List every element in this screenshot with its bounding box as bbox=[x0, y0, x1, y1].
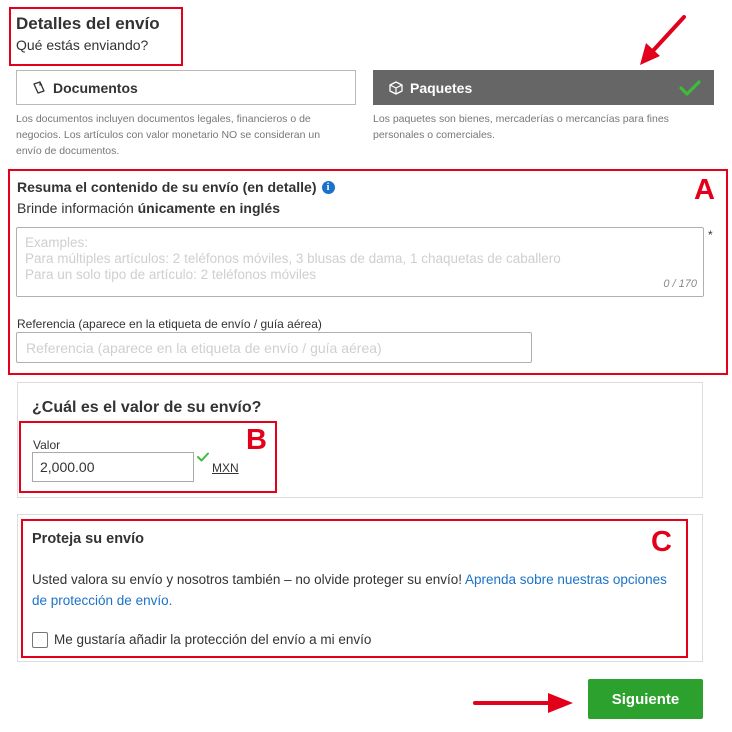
protection-checkbox-label[interactable]: Me gustaría añadir la protección del env… bbox=[54, 632, 371, 647]
documents-type-button[interactable]: Documentos bbox=[16, 70, 356, 105]
protection-checkbox[interactable] bbox=[32, 632, 48, 648]
info-icon[interactable]: i bbox=[321, 180, 335, 194]
reference-label: Referencia (aparece en la etiqueta de en… bbox=[17, 317, 322, 331]
character-counter: 0 / 170 bbox=[663, 278, 697, 290]
value-label: Valor bbox=[33, 438, 61, 452]
contents-subtitle: Brinde información únicamente en inglés bbox=[17, 200, 280, 216]
contents-title-text: Resuma el contenido de su envío (en deta… bbox=[17, 179, 317, 195]
annotation-arrow-down bbox=[640, 15, 686, 65]
contents-subtitle-emphasis: únicamente en inglés bbox=[137, 200, 280, 216]
contents-textarea[interactable]: Examples: Para múltiples artículos: 2 te… bbox=[16, 227, 704, 297]
value-title: ¿Cuál es el valor de su envío? bbox=[32, 399, 262, 416]
protection-title: Proteja su envío bbox=[32, 531, 145, 547]
value-input[interactable]: 2,000.00 bbox=[32, 452, 194, 482]
annotation-label-a: A bbox=[694, 174, 715, 206]
packages-type-label: Paquetes bbox=[410, 79, 473, 96]
protection-description: Usted valora su envío y nosotros también… bbox=[32, 572, 466, 587]
contents-title: Resuma el contenido de su envío (en deta… bbox=[17, 179, 335, 195]
selected-check-icon bbox=[679, 80, 701, 96]
valid-check-icon bbox=[197, 452, 209, 462]
next-button[interactable]: Siguiente bbox=[588, 679, 703, 719]
placeholder-line: Para múltiples artículos: 2 teléfonos mó… bbox=[25, 251, 561, 266]
annotation-label-b: B bbox=[246, 424, 267, 456]
annotation-label-c: C bbox=[651, 526, 672, 558]
required-marker: * bbox=[708, 228, 713, 242]
packages-description: Los paquetes son bienes, mercaderías o m… bbox=[373, 113, 669, 141]
documents-type-label: Documentos bbox=[53, 79, 138, 96]
header-highlight-box bbox=[9, 7, 183, 66]
protection-text: Usted valora su envío y nosotros también… bbox=[32, 569, 672, 611]
currency-link[interactable]: MXN bbox=[212, 461, 239, 475]
contents-subtitle-prefix: Brinde información bbox=[17, 200, 138, 216]
documents-description: Los documentos incluyen documentos legal… bbox=[16, 113, 321, 157]
package-icon bbox=[389, 80, 403, 95]
placeholder-line: Examples: bbox=[25, 235, 89, 250]
reference-input[interactable]: Referencia (aparece en la etiqueta de en… bbox=[16, 332, 532, 363]
annotation-arrow-right bbox=[473, 693, 573, 713]
packages-type-button[interactable]: Paquetes bbox=[373, 70, 714, 105]
placeholder-line: Para un solo tipo de artículo: 2 teléfon… bbox=[25, 267, 317, 282]
document-icon bbox=[33, 80, 45, 94]
